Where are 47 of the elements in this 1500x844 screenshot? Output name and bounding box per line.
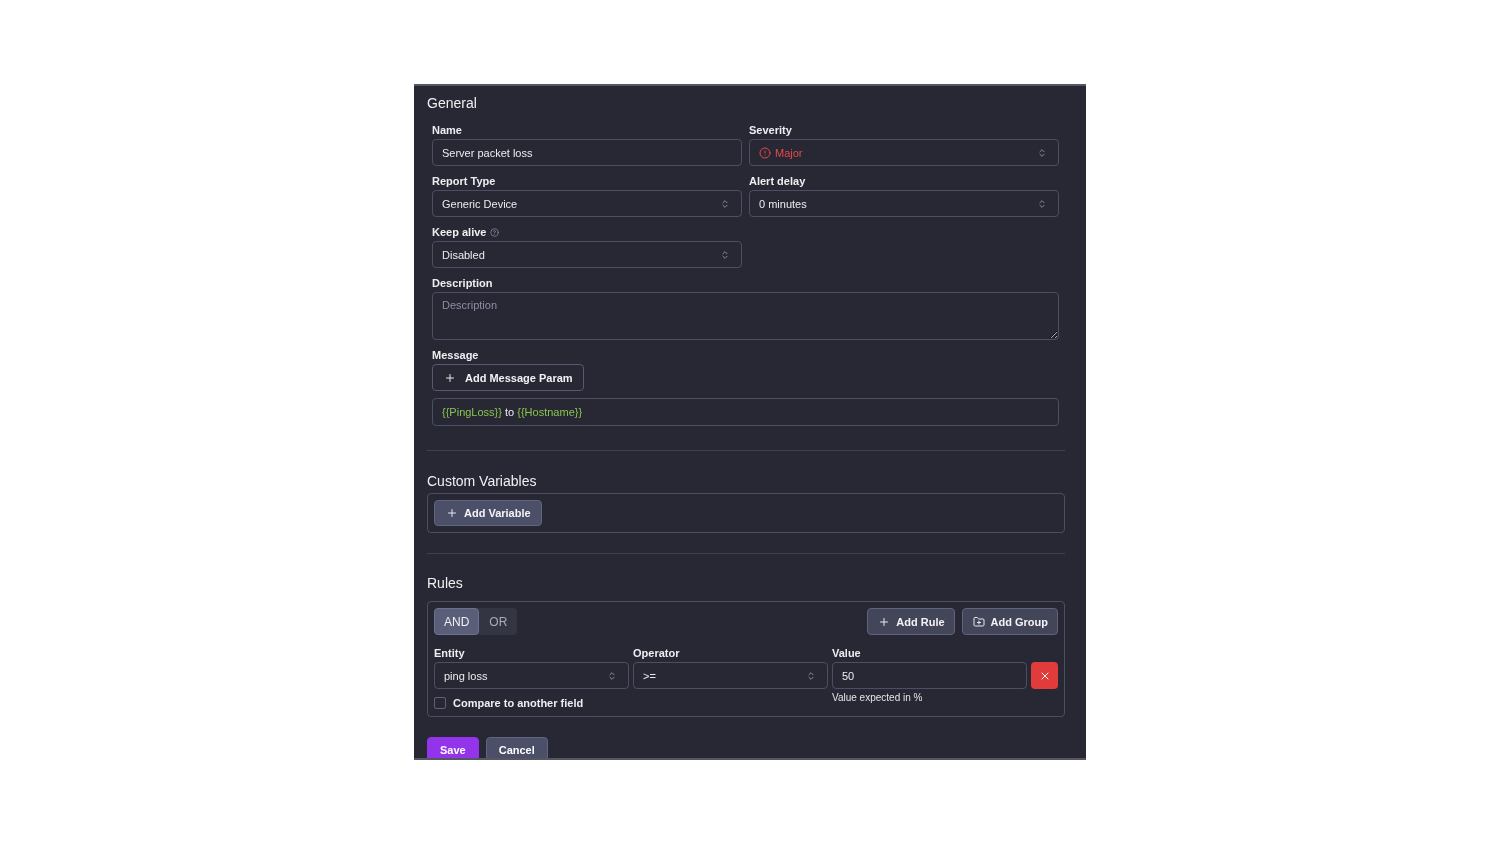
field-label: Operator (633, 646, 680, 660)
section-title: Custom Variables (427, 473, 537, 489)
section-title: Rules (427, 575, 463, 591)
text-field[interactable]: Server packet loss (432, 139, 742, 166)
field-label: Severity (749, 123, 792, 137)
select-field[interactable]: Disabled (432, 241, 742, 268)
field-label: Name (432, 123, 462, 137)
chevrons-icon (720, 198, 730, 209)
value-field[interactable]: 50 (832, 662, 1027, 689)
operator-select[interactable]: >= (633, 662, 828, 689)
add-group-button[interactable]: Add Group (961, 608, 1058, 635)
save-button[interactable]: Save (427, 737, 479, 758)
hint-text: Value expected in % (832, 692, 923, 704)
field-label: Alert delay (749, 174, 806, 188)
description-field[interactable]: Description (432, 292, 1059, 340)
field-label: Keep alive (432, 225, 487, 239)
field-label: Report Type (432, 174, 496, 188)
field-label: Description (432, 276, 493, 290)
alert-icon (759, 146, 771, 159)
severity-select[interactable]: Major (749, 139, 1059, 166)
logic-tab[interactable]: AND (434, 608, 480, 635)
chevrons-icon (720, 249, 730, 260)
cancel-button[interactable]: Cancel (485, 737, 548, 758)
select-field[interactable]: Generic Device (432, 190, 742, 217)
chevrons-icon (1037, 147, 1047, 158)
select-field[interactable]: 0 minutes (749, 190, 1059, 217)
help-icon[interactable] (490, 227, 500, 237)
add-variable-button[interactable]: Add Variable (434, 500, 542, 526)
plus-icon (444, 371, 456, 384)
field-label: Value (832, 646, 861, 660)
chevrons-icon (806, 670, 816, 681)
add-rule-button[interactable]: Add Rule (867, 608, 955, 635)
section-title: General (427, 95, 477, 111)
field-label: Entity (434, 646, 465, 660)
entity-select[interactable]: ping loss (434, 662, 629, 689)
chevrons-icon (607, 670, 617, 681)
checkbox-label: Compare to another field (453, 696, 584, 710)
folder-plus-icon (972, 615, 985, 628)
logic-tab[interactable]: OR (479, 608, 518, 635)
checkbox[interactable] (434, 697, 446, 709)
chevrons-icon (1037, 198, 1047, 209)
field-label: Message (432, 348, 479, 362)
plus-icon (878, 615, 891, 628)
delete-button[interactable] (1031, 662, 1058, 689)
message-field[interactable]: {{PingLoss}} to {{Hostname}} (432, 398, 1059, 426)
add-message-param-button[interactable]: Add Message Param (432, 364, 584, 391)
plus-icon (446, 507, 458, 519)
